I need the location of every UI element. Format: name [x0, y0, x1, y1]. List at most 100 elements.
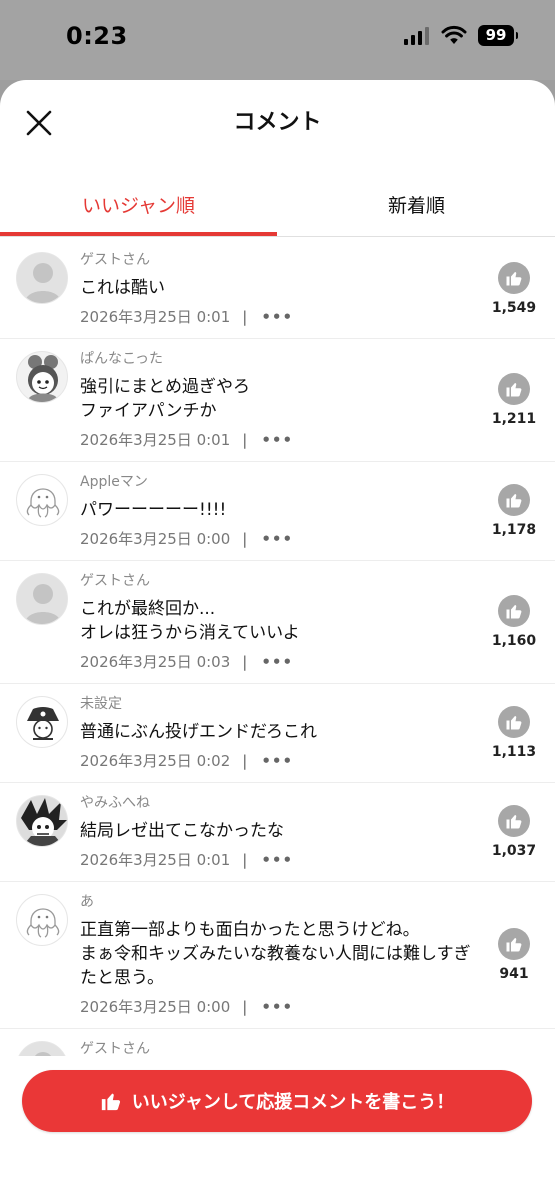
comment-date: 2026年3月25日 0:01	[80, 308, 231, 326]
like-count: 1,113	[491, 744, 537, 760]
comment-date: 2026年3月25日 0:01	[80, 431, 231, 449]
comment-meta: 2026年3月25日 0:02 | •••	[80, 750, 473, 772]
avatar[interactable]	[16, 894, 68, 946]
comment-content: やみふへね結局レゼ出てこなかったな 2026年3月25日 0:01 | •••	[80, 783, 473, 881]
comment-item[interactable]: Appleマン パワーーーーー!!!! 2026年3月25日 0:00 | ••• 1,1…	[0, 462, 555, 560]
comment-content: Appleマン パワーーーーー!!!! 2026年3月25日 0:00 | •••	[80, 462, 473, 560]
more-options-icon[interactable]: •••	[261, 306, 293, 328]
tab-bar: いいジャン順 新着順	[0, 170, 555, 238]
comment-meta: 2026年3月25日 0:00 | •••	[80, 528, 473, 550]
thumbs-up-icon	[498, 706, 530, 738]
comment-text: 普通にぶん投げエンドだろこれ	[80, 722, 317, 742]
meta-separator: |	[242, 653, 248, 671]
comment-item[interactable]: ぱんなこった強引にまとめ過ぎやろ ファイアパンチか 2026年3月25日 0:01…	[0, 339, 555, 461]
meta-separator: |	[242, 998, 248, 1016]
comment-meta: 2026年3月25日 0:03 | •••	[80, 651, 473, 673]
comment-item[interactable]: ゲストさんこれは酷い 2026年3月25日 0:01 | ••• 1,549	[0, 240, 555, 338]
status-time: 0:23	[66, 22, 128, 50]
meta-separator: |	[242, 431, 248, 449]
more-options-icon[interactable]: •••	[261, 651, 293, 673]
meta-separator: |	[242, 530, 248, 548]
comment-meta: 2026年3月25日 0:00 | •••	[80, 996, 473, 1018]
comment-date: 2026年3月25日 0:01	[80, 851, 231, 869]
comment-text: パワーーーーー!!!!	[80, 500, 227, 520]
like-button[interactable]: 1,211	[473, 339, 555, 461]
page-title: コメント	[233, 110, 322, 135]
avatar[interactable]	[16, 696, 68, 748]
comment-text: これが最終回か... オレは狂うから消えていいよ	[80, 599, 300, 643]
comment-text: 結局レゼ出てこなかったな	[80, 821, 284, 841]
like-count: 1,549	[491, 300, 537, 316]
like-button[interactable]: 1,037	[473, 783, 555, 881]
comment-username[interactable]: ゲストさん	[80, 571, 473, 591]
comment-username[interactable]: やみふへね	[80, 793, 473, 813]
write-comment-label: いいジャンして応援コメントを書こう！	[131, 1092, 455, 1113]
like-button[interactable]	[473, 1029, 555, 1056]
comment-content: ぱんなこった強引にまとめ過ぎやろ ファイアパンチか 2026年3月25日 0:01…	[80, 339, 473, 461]
thumbs-up-icon	[498, 595, 530, 627]
like-button[interactable]: 1,160	[473, 561, 555, 683]
like-count: 1,160	[491, 633, 537, 649]
comment-sheet: コメント いいジャン順 新着順 ゲストさん これは酷い 2026年3月25日 0:0…	[0, 80, 555, 1200]
comment-username[interactable]: ぱんなこった	[80, 349, 473, 369]
comment-date: 2026年3月25日 0:02	[80, 752, 231, 770]
thumbs-up-icon	[498, 928, 530, 960]
thumbs-up-icon	[498, 484, 530, 516]
comment-username[interactable]: あ	[80, 892, 473, 912]
comment-username[interactable]: ゲストさん	[80, 250, 473, 270]
comment-content: ゲストさん これが最終回か... オレは狂うから消えていいよ 2026年3月25日 …	[80, 561, 473, 683]
write-comment-button[interactable]: いいジャンして応援コメントを書こう！	[22, 1070, 532, 1132]
avatar[interactable]	[16, 474, 68, 526]
comment-meta: 2026年3月25日 0:01 | •••	[80, 306, 473, 328]
avatar[interactable]	[16, 252, 68, 304]
thumbs-up-icon	[100, 1090, 122, 1112]
comment-date: 2026年3月25日 0:00	[80, 530, 231, 548]
comment-username[interactable]: 未設定	[80, 694, 473, 714]
more-options-icon[interactable]: •••	[261, 996, 293, 1018]
wifi-icon	[441, 25, 467, 44]
tab-popular[interactable]: いいジャン順	[0, 170, 277, 238]
meta-separator: |	[242, 851, 248, 869]
tab-newest[interactable]: 新着順	[278, 170, 555, 238]
comment-content: あ正直第一部よりも面白かったと思うけどね。 まぁ令和キッズみたいな教養ない人間に…	[80, 882, 473, 1028]
comment-text: 正直第一部よりも面白かったと思うけどね。 まぁ令和キッズみたいな教養ない人間には…	[80, 920, 471, 988]
like-button[interactable]: 941	[473, 882, 555, 1028]
thumbs-up-icon	[498, 373, 530, 405]
avatar[interactable]	[16, 1041, 68, 1056]
meta-separator: |	[242, 752, 248, 770]
comment-item[interactable]: やみふへね結局レゼ出てこなかったな 2026年3月25日 0:01 | ••• 1,03…	[0, 783, 555, 881]
avatar[interactable]	[16, 351, 68, 403]
comment-item[interactable]: ゲストさん これが最終回か... オレは狂うから消えていいよ 2026年3月25日 …	[0, 561, 555, 683]
like-button[interactable]: 1,178	[473, 462, 555, 560]
like-count: 941	[499, 966, 529, 982]
avatar[interactable]	[16, 795, 68, 847]
avatar[interactable]	[16, 573, 68, 625]
like-count: 1,211	[491, 411, 537, 427]
more-options-icon[interactable]: •••	[261, 849, 293, 871]
comment-content: 未設定普通にぶん投げエンドだろこれ 2026年3月25日 0:02 | •••	[80, 684, 473, 782]
more-options-icon[interactable]: •••	[261, 750, 293, 772]
comment-list[interactable]: ゲストさん これは酷い 2026年3月25日 0:01 | ••• 1,549 ぱんなこった…	[0, 240, 555, 1056]
bottom-bar: いいジャンして応援コメントを書こう！	[0, 1056, 555, 1200]
comment-content: ゲストさんこれは酷い 2026年3月25日 0:01 | •••	[80, 240, 473, 338]
comment-item[interactable]: 未設定普通にぶん投げエンドだろこれ 2026年3月25日 0:02 | ••• 1,11…	[0, 684, 555, 782]
signal-icon	[404, 27, 429, 45]
comment-item[interactable]: あ正直第一部よりも面白かったと思うけどね。 まぁ令和キッズみたいな教養ない人間に…	[0, 882, 555, 1028]
like-button[interactable]: 1,549	[473, 240, 555, 338]
comment-username[interactable]: Appleマン	[80, 472, 473, 492]
thumbs-up-icon	[498, 262, 530, 294]
like-button[interactable]: 1,113	[473, 684, 555, 782]
comment-text: 強引にまとめ過ぎやろ ファイアパンチか	[80, 377, 250, 421]
like-count: 1,037	[491, 843, 537, 859]
more-options-icon[interactable]: •••	[261, 528, 293, 550]
more-options-icon[interactable]: •••	[261, 429, 293, 451]
comment-username[interactable]: ゲストさん	[80, 1039, 473, 1056]
comment-text: これは酷い	[80, 278, 165, 298]
comment-meta: 2026年3月25日 0:01 | •••	[80, 849, 473, 871]
like-count: 1,178	[491, 522, 537, 538]
battery-indicator: 99	[478, 25, 518, 46]
comment-item[interactable]: ゲストさん最後詰めすぎたような感じもしたけどいい終わり方だったのかな。まだ岸辺さ…	[0, 1029, 555, 1056]
meta-separator: |	[242, 308, 248, 326]
comment-date: 2026年3月25日 0:00	[80, 998, 231, 1016]
comment-content: ゲストさん最後詰めすぎたような感じもしたけどいい終わり方だったのかな。まだ岸辺さ…	[80, 1029, 473, 1056]
